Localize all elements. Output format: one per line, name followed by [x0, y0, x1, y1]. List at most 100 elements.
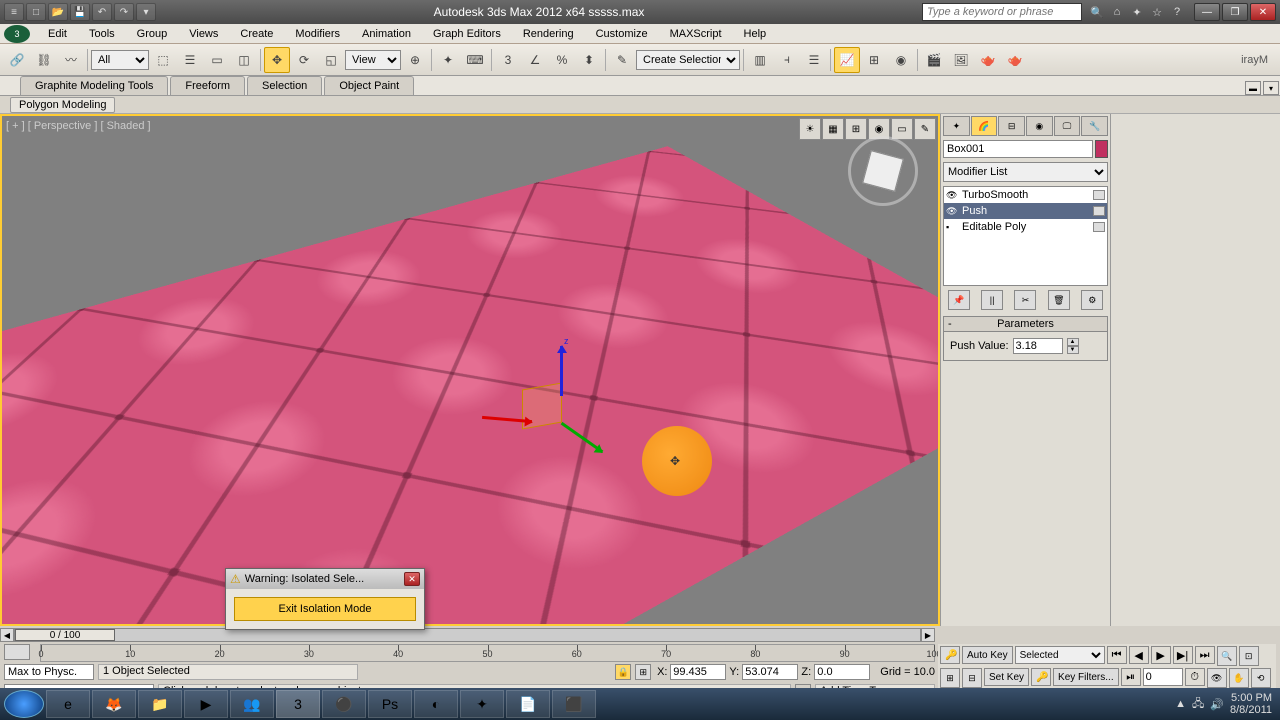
taskbar-app2-icon[interactable]: ✦: [460, 690, 504, 718]
play-icon[interactable]: ▶: [1151, 646, 1171, 664]
track-bar[interactable]: 0102030405060708090100: [40, 644, 935, 662]
taskbar-ie-icon[interactable]: e: [46, 690, 90, 718]
visibility-icon[interactable]: 👁: [946, 190, 958, 201]
menu-rendering[interactable]: Rendering: [513, 26, 584, 42]
tab-graphite[interactable]: Graphite Modeling Tools: [20, 76, 168, 95]
viewport-label[interactable]: [ + ] [ Perspective ] [ Shaded ]: [6, 120, 151, 132]
vp-light-icon[interactable]: ☀: [799, 118, 821, 140]
rollout-header[interactable]: Parameters: [944, 317, 1107, 332]
trackbar-toggle-icon[interactable]: [4, 644, 30, 660]
select-manipulate-icon[interactable]: ✦: [435, 47, 461, 73]
selection-lock-icon[interactable]: 🔒: [615, 664, 631, 680]
select-and-scale-icon[interactable]: ◱: [318, 47, 344, 73]
taskbar-photoshop-icon[interactable]: Ps: [368, 690, 412, 718]
fov-icon[interactable]: 👁: [1207, 668, 1227, 688]
unlink-icon[interactable]: ⛓: [31, 47, 57, 73]
key-filters-button[interactable]: Key Filters...: [1053, 668, 1119, 686]
render-iterative-icon[interactable]: 🫖: [1002, 47, 1028, 73]
new-icon[interactable]: □: [26, 3, 46, 21]
menu-customize[interactable]: Customize: [586, 26, 658, 42]
push-value-field[interactable]: [1013, 338, 1063, 354]
prev-frame-icon[interactable]: ◀: [1129, 646, 1149, 664]
zoom-all-icon[interactable]: ⊡: [1239, 646, 1259, 666]
menu-modifiers[interactable]: Modifiers: [285, 26, 350, 42]
percent-snap-icon[interactable]: %: [549, 47, 575, 73]
select-by-name-icon[interactable]: ☰: [177, 47, 203, 73]
time-config-icon[interactable]: ⏱: [1185, 668, 1205, 686]
ribbon-minimize-icon[interactable]: ▬: [1245, 81, 1261, 95]
window-crossing-icon[interactable]: ◫: [231, 47, 257, 73]
object-color-swatch[interactable]: [1095, 140, 1108, 158]
expand-icon[interactable]: ▪: [946, 222, 958, 232]
set-key-big-icon[interactable]: 🔑: [1031, 668, 1051, 686]
show-end-result-icon[interactable]: ||: [981, 290, 1003, 310]
menu-edit[interactable]: Edit: [38, 26, 77, 42]
snap-toggle-icon[interactable]: 3: [495, 47, 521, 73]
menu-animation[interactable]: Animation: [352, 26, 421, 42]
system-clock[interactable]: 5:00 PM 8/8/2011: [1230, 692, 1276, 716]
undo-icon[interactable]: ↶: [92, 3, 112, 21]
taskbar-messenger-icon[interactable]: 👥: [230, 690, 274, 718]
menu-views[interactable]: Views: [179, 26, 228, 42]
zoom-icon[interactable]: 🔍: [1217, 646, 1237, 666]
x-coord-field[interactable]: [670, 664, 726, 680]
taskbar-3dsmax-icon[interactable]: 3: [276, 690, 320, 718]
select-object-icon[interactable]: ⬚: [150, 47, 176, 73]
zoom-extents-icon[interactable]: ⊞: [940, 668, 960, 688]
app-menu-button[interactable]: ≡: [4, 3, 24, 21]
goto-start-icon[interactable]: ⏮: [1107, 646, 1127, 664]
keyboard-shortcut-icon[interactable]: ⌨: [462, 47, 488, 73]
spinner-down-icon[interactable]: ▼: [1067, 346, 1079, 354]
viewcube[interactable]: [848, 136, 918, 206]
menu-help[interactable]: Help: [734, 26, 777, 42]
redo-icon[interactable]: ↷: [114, 3, 134, 21]
object-name-field[interactable]: [943, 140, 1093, 158]
favorites-icon[interactable]: ☆: [1148, 3, 1166, 21]
spinner-up-icon[interactable]: ▲: [1067, 338, 1079, 346]
create-tab-icon[interactable]: ✦: [943, 116, 970, 136]
open-icon[interactable]: 📂: [48, 3, 68, 21]
edit-named-sel-icon[interactable]: ✎: [609, 47, 635, 73]
save-icon[interactable]: 💾: [70, 3, 90, 21]
menu-maxscript[interactable]: MAXScript: [660, 26, 732, 42]
remove-modifier-icon[interactable]: 🗑: [1048, 290, 1070, 310]
current-frame-field[interactable]: [1143, 668, 1183, 686]
link-icon[interactable]: 🔗: [4, 47, 30, 73]
layers-icon[interactable]: ☰: [801, 47, 827, 73]
goto-end-icon[interactable]: ⏭: [1195, 646, 1215, 664]
menu-tools[interactable]: Tools: [79, 26, 125, 42]
curve-editor-icon[interactable]: 📈: [834, 47, 860, 73]
gizmo-z-axis[interactable]: [560, 346, 563, 396]
show-end-result-icon[interactable]: [1093, 222, 1105, 232]
subscription-icon[interactable]: ⌂: [1108, 3, 1126, 21]
ribbon-dropdown-icon[interactable]: ▾: [1263, 81, 1279, 95]
tab-object-paint[interactable]: Object Paint: [324, 76, 414, 95]
taskbar-explorer-icon[interactable]: 📁: [138, 690, 182, 718]
timeslider-next-icon[interactable]: ▶: [921, 628, 935, 642]
time-slider[interactable]: ◀ 0 / 100 ▶: [0, 626, 935, 644]
stack-item-editable-poly[interactable]: ▪ Editable Poly: [944, 219, 1107, 235]
tray-volume-icon[interactable]: 🔊: [1210, 698, 1224, 711]
key-step-icon[interactable]: ⏯: [1121, 668, 1141, 686]
render-setup-icon[interactable]: 🎬: [921, 47, 947, 73]
bind-space-warp-icon[interactable]: 〰: [58, 47, 84, 73]
taskbar-app3-icon[interactable]: ⬛: [552, 690, 596, 718]
infocenter-search[interactable]: [922, 3, 1082, 21]
select-and-rotate-icon[interactable]: ⟳: [291, 47, 317, 73]
hierarchy-tab-icon[interactable]: ⊟: [998, 116, 1025, 136]
viewport[interactable]: [ + ] [ Perspective ] [ Shaded ] ☀ ▦ ⊞ ◉…: [0, 114, 940, 626]
taskbar-chrome-icon[interactable]: ◐: [414, 690, 458, 718]
tab-selection[interactable]: Selection: [247, 76, 322, 95]
menu-create[interactable]: Create: [230, 26, 283, 42]
modifier-list-dropdown[interactable]: Modifier List: [943, 162, 1108, 182]
absolute-relative-icon[interactable]: ⊞: [635, 664, 651, 680]
qat-dropdown-icon[interactable]: ▾: [136, 3, 156, 21]
display-tab-icon[interactable]: 🖵: [1054, 116, 1081, 136]
menu-graph-editors[interactable]: Graph Editors: [423, 26, 511, 42]
app-logo-icon[interactable]: 3: [4, 25, 30, 43]
set-key-button[interactable]: Set Key: [984, 668, 1029, 686]
orbit-icon[interactable]: ⟲: [1251, 668, 1271, 688]
search-icon[interactable]: 🔍: [1088, 3, 1106, 21]
rendered-frame-icon[interactable]: 🖼: [948, 47, 974, 73]
vp-edged-icon[interactable]: ▦: [822, 118, 844, 140]
